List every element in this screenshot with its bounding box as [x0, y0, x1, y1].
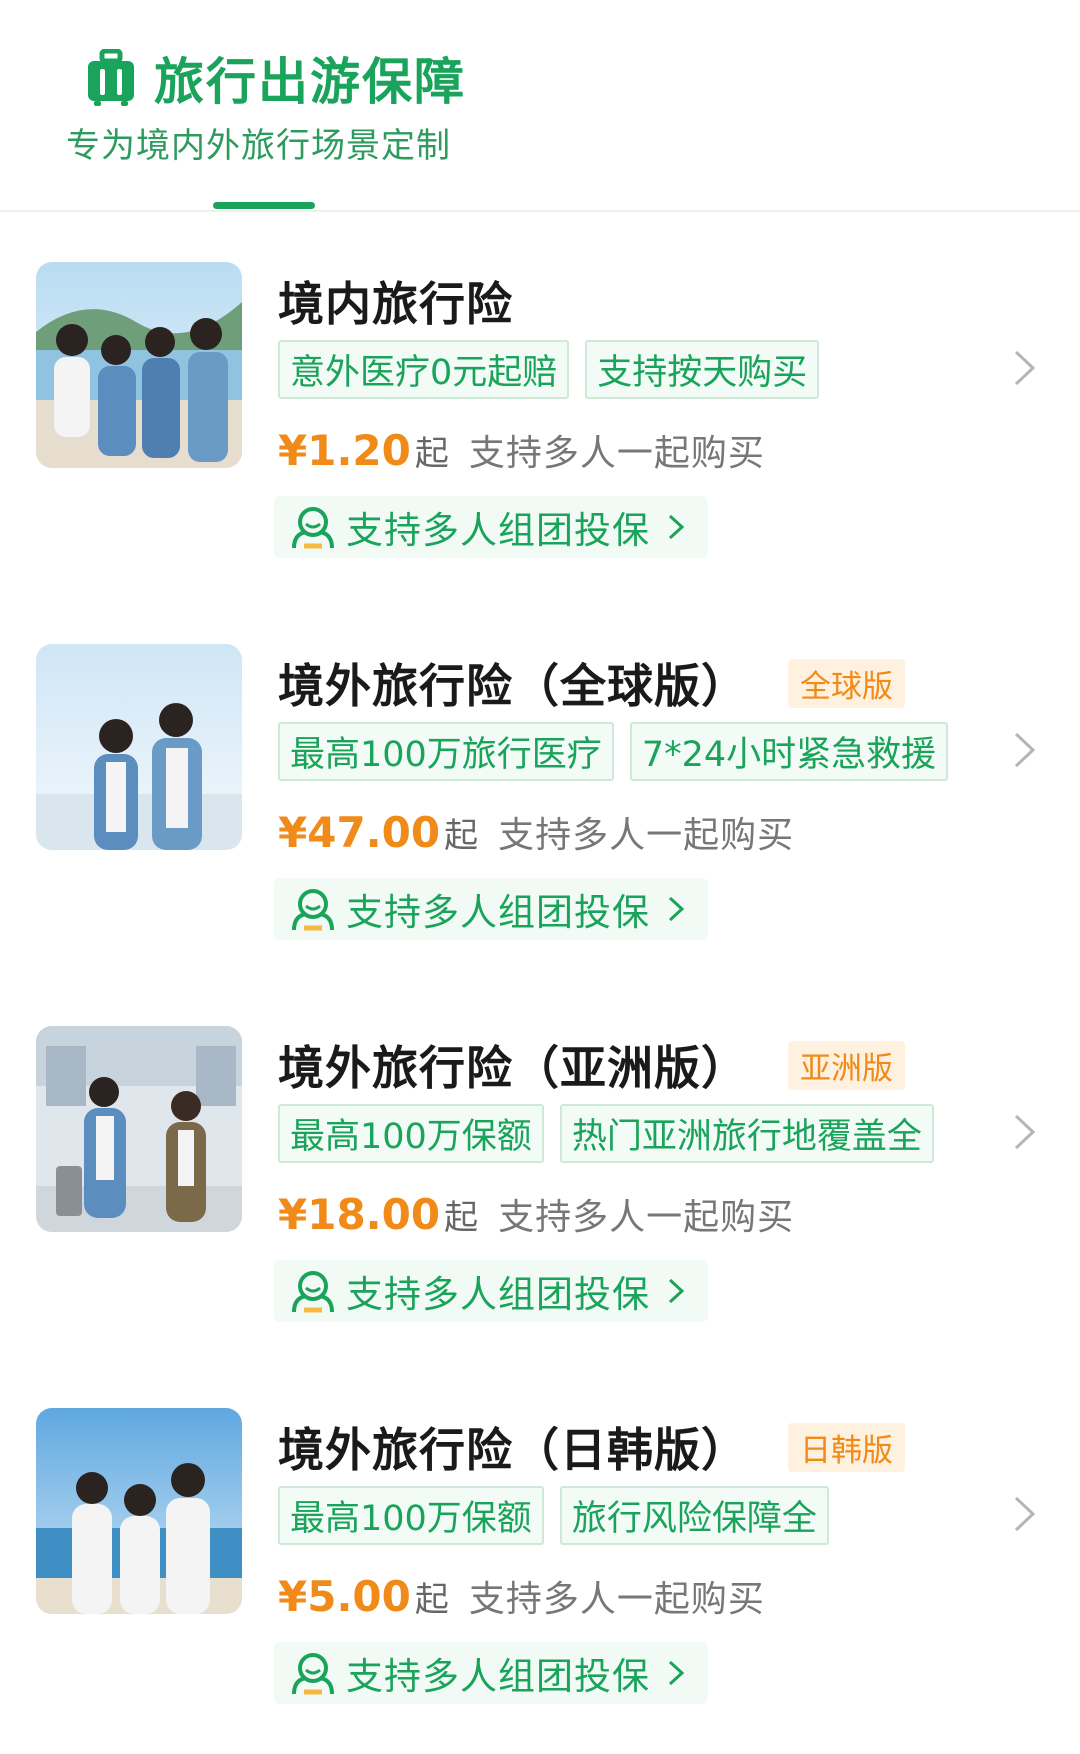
- version-badge: 全球版: [788, 658, 905, 708]
- group-insure-button[interactable]: 支持多人组团投保: [274, 878, 708, 940]
- header-title-row: 旅行出游保障: [86, 42, 466, 114]
- price-row: ¥18.00 起 支持多人一起购买: [278, 1188, 794, 1240]
- chevron-right-icon: [668, 896, 685, 922]
- feature-tags: 意外医疗0元起赔 支持按天购买: [278, 340, 835, 399]
- product-title: 境外旅行险（亚洲版）: [278, 1041, 748, 1095]
- feature-tag: 支持按天购买: [585, 340, 820, 399]
- page-subtitle: 专为境内外旅行场景定制: [66, 126, 451, 166]
- feature-tag: 旅行风险保障全: [559, 1486, 829, 1545]
- product-title: 境外旅行险（日韩版）: [278, 1423, 748, 1477]
- price-row: ¥47.00 起 支持多人一起购买: [278, 806, 794, 858]
- chevron-right-icon[interactable]: [1012, 348, 1038, 388]
- price-value: ¥5.00: [278, 1572, 411, 1621]
- feature-tag: 最高100万保额: [278, 1104, 544, 1163]
- group-people-icon: [292, 889, 334, 931]
- feature-tag: 最高100万旅行医疗: [278, 722, 614, 781]
- group-insure-label: 支持多人组团投保: [346, 1273, 650, 1316]
- product-thumbnail: [36, 644, 242, 850]
- product-title: 境外旅行险（全球版）: [278, 659, 748, 713]
- product-card-domestic[interactable]: 境内旅行险 意外医疗0元起赔 支持按天购买 ¥1.20 起 支持多人一起购买 支…: [0, 262, 1080, 642]
- feature-tag: 意外医疗0元起赔: [278, 340, 570, 399]
- group-insure-button[interactable]: 支持多人组团投保: [274, 496, 708, 558]
- product-thumbnail: [36, 1408, 242, 1614]
- price-suffix: 起: [444, 816, 479, 856]
- chevron-right-icon[interactable]: [1012, 730, 1038, 770]
- luggage-icon: [88, 49, 134, 106]
- feature-tag: 热门亚洲旅行地覆盖全: [559, 1104, 934, 1163]
- chevron-right-icon[interactable]: [1012, 1112, 1038, 1152]
- price-description: 支持多人一起购买: [468, 433, 765, 474]
- group-insure-button[interactable]: 支持多人组团投保: [274, 1260, 708, 1322]
- price-value: ¥1.20: [278, 426, 411, 475]
- product-card-global[interactable]: 境外旅行险（全球版） 全球版 最高100万旅行医疗 7*24小时紧急救援 ¥47…: [0, 644, 1080, 1024]
- price-value: ¥18.00: [278, 1190, 441, 1239]
- product-thumbnail: [36, 262, 242, 468]
- product-title-row: 境外旅行险（亚洲版） 亚洲版: [278, 1032, 905, 1098]
- group-people-icon: [292, 1653, 334, 1695]
- page-title: 旅行出游保障: [154, 53, 466, 111]
- group-insure-button[interactable]: 支持多人组团投保: [274, 1642, 708, 1704]
- price-suffix: 起: [414, 434, 449, 474]
- product-title: 境内旅行险: [278, 277, 513, 331]
- price-row: ¥1.20 起 支持多人一起购买: [278, 424, 765, 476]
- product-card-asia[interactable]: 境外旅行险（亚洲版） 亚洲版 最高100万保额 热门亚洲旅行地覆盖全 ¥18.0…: [0, 1026, 1080, 1406]
- group-people-icon: [292, 1271, 334, 1313]
- feature-tags: 最高100万旅行医疗 7*24小时紧急救援: [278, 722, 964, 781]
- price-suffix: 起: [414, 1580, 449, 1620]
- price-value: ¥47.00: [278, 808, 441, 857]
- feature-tag: 最高100万保额: [278, 1486, 544, 1545]
- chevron-right-icon[interactable]: [1012, 1494, 1038, 1534]
- chevron-right-icon: [668, 1660, 685, 1686]
- price-description: 支持多人一起购买: [468, 1579, 765, 1620]
- product-thumbnail: [36, 1026, 242, 1232]
- group-people-icon: [292, 507, 334, 549]
- price-row: ¥5.00 起 支持多人一起购买: [278, 1570, 765, 1622]
- feature-tags: 最高100万保额 热门亚洲旅行地覆盖全: [278, 1104, 950, 1163]
- product-title-row: 境外旅行险（全球版） 全球版: [278, 650, 905, 716]
- group-insure-label: 支持多人组团投保: [346, 509, 650, 552]
- product-title-row: 境外旅行险（日韩版） 日韩版: [278, 1414, 905, 1480]
- product-card-japan-korea[interactable]: 境外旅行险（日韩版） 日韩版 最高100万保额 旅行风险保障全 ¥5.00 起 …: [0, 1408, 1080, 1754]
- product-title-row: 境内旅行险: [278, 268, 513, 334]
- price-suffix: 起: [444, 1198, 479, 1238]
- tab-indicator: [213, 202, 315, 209]
- chevron-right-icon: [668, 1278, 685, 1304]
- version-badge: 日韩版: [788, 1422, 905, 1472]
- group-insure-label: 支持多人组团投保: [346, 891, 650, 934]
- section-header: 旅行出游保障 专为境内外旅行场景定制: [0, 0, 1080, 212]
- version-badge: 亚洲版: [788, 1040, 905, 1090]
- price-description: 支持多人一起购买: [498, 1197, 795, 1238]
- chevron-right-icon: [668, 514, 685, 540]
- feature-tags: 最高100万保额 旅行风险保障全: [278, 1486, 845, 1545]
- feature-tag: 7*24小时紧急救援: [629, 722, 949, 781]
- price-description: 支持多人一起购买: [498, 815, 795, 856]
- group-insure-label: 支持多人组团投保: [346, 1655, 650, 1698]
